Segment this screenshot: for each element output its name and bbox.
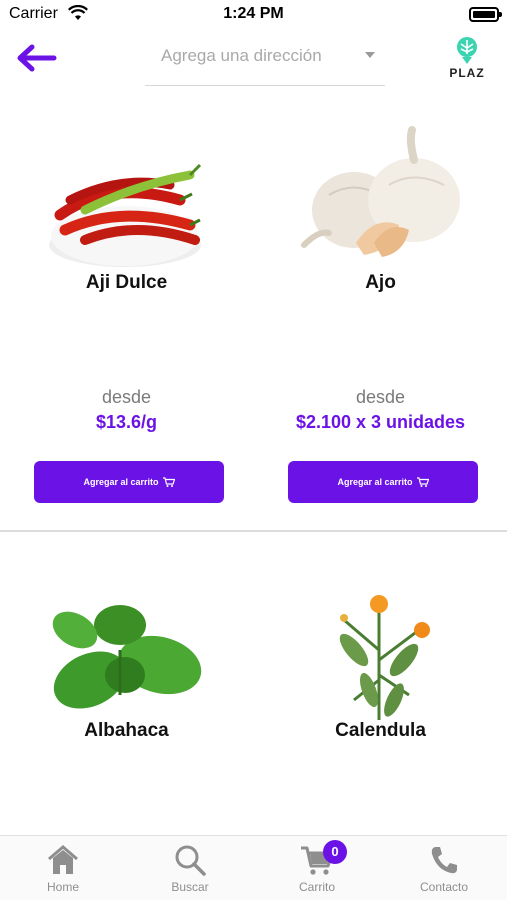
product-card[interactable]: Ajo desde $2.100 x 3 unidades Agregar al… [254,100,507,520]
logo-text: PLAZ [449,66,485,80]
logo-icon [457,37,477,64]
product-card[interactable]: Albahaca [0,540,253,820]
price-prefix: desde [101,387,152,407]
product-name: Calendula [335,720,426,741]
product-card[interactable]: Aji Dulce desde $13.6/g Agregar al carri… [0,100,253,520]
phone-icon [431,847,457,874]
product-price: $13.6/g [95,412,158,432]
cart-count-badge: 0 [323,840,347,864]
product-card[interactable]: Calendula [254,540,507,820]
product-name: Ajo [365,272,396,293]
battery-icon [469,7,502,22]
tab-contacto-label: Contacto [419,880,469,894]
status-bar: Carrier 1:24 PM [0,0,507,30]
home-icon [48,845,78,874]
address-selector[interactable]: Agrega una dirección [145,42,385,86]
add-to-cart-button[interactable]: Agregar al carrito [34,461,224,503]
chevron-down-icon [365,52,375,58]
tab-carrito-label: Carrito [298,880,335,894]
cart-icon [416,477,429,487]
cart-icon [162,477,175,487]
basil-image [52,605,202,709]
tab-carrito[interactable]: 0 Carrito [267,840,367,900]
chili-image [49,163,202,267]
price-prefix: desde [355,387,406,407]
product-price: $2.100 x 3 unidades [295,412,466,432]
address-placeholder: Agrega una dirección [161,46,322,65]
arrow-left-icon [17,44,57,72]
tab-contacto[interactable]: Contacto [394,844,494,900]
tab-buscar-label: Buscar [171,880,209,894]
product-name: Albahaca [84,720,169,741]
tab-buscar[interactable]: Buscar [140,844,240,900]
add-to-cart-button[interactable]: Agregar al carrito [288,461,478,503]
product-name: Aji Dulce [85,272,168,293]
back-button[interactable] [12,42,60,74]
tab-home-label: Home [46,880,79,894]
calendula-image [339,595,430,720]
app-logo: PLAZ [447,34,487,82]
section-divider [0,530,507,532]
search-icon [175,845,206,876]
garlic-image [301,126,460,257]
bottom-tab-bar: Home Buscar 0 Carrito Contacto [0,835,507,900]
tab-home[interactable]: Home [13,844,113,900]
add-to-cart-label: Agregar al carrito [83,477,159,487]
add-to-cart-label: Agregar al carrito [337,477,413,487]
clock: 1:24 PM [223,5,284,22]
top-bar: Agrega una dirección PLAZ [0,30,507,90]
